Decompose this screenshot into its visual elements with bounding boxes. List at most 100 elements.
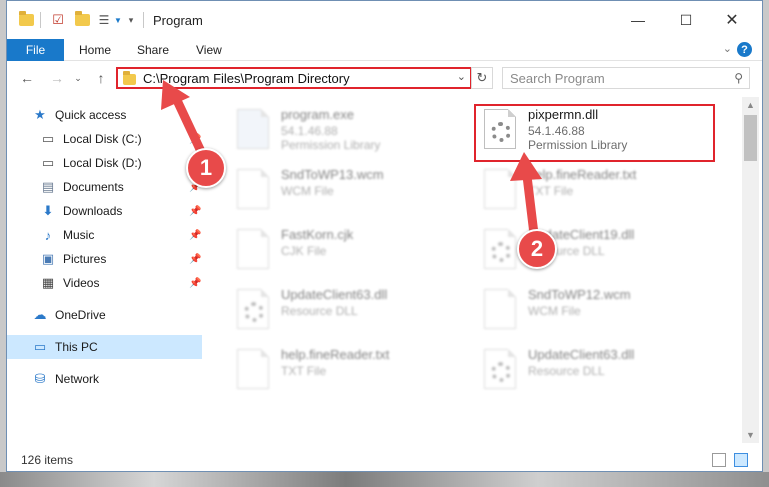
navigation-bar: ← → ⌄ ↑ C:\Program Files\Program Directo… [7,61,762,95]
step-1-badge: 1 [186,148,226,188]
file-list: program.exe 54.1.46.88 Permission Librar… [207,97,740,443]
sidebar-item-label: Pictures [63,252,107,266]
sidebar-item-label: Network [55,372,100,386]
file-item[interactable]: UpdateClient63.dll Resource DLL [484,345,694,401]
pin-icon[interactable]: 📌 [189,134,201,145]
address-path[interactable]: C:\Program Files\Program Directory [143,71,350,86]
minimize-icon[interactable]: — [627,9,649,31]
sidebar-item-local-disk-c[interactable]: ▭ Local Disk (C:) 📌 [7,127,202,151]
file-description: Permission Library [281,138,381,152]
sidebar-item-music[interactable]: ♪ Music 📌 [7,223,202,247]
sidebar-item-label: Downloads [63,204,123,218]
sidebar-item-quick-access[interactable]: ★ Quick access [7,103,202,127]
file-item[interactable]: UpdateClient19.dll Resource DLL [484,225,694,281]
sidebar-item-label: Music [63,228,95,242]
address-dropdown-chevron-icon[interactable]: ⌄ [457,70,466,83]
tiles-view-icon[interactable] [734,453,748,467]
search-icon: ⚲ [734,71,743,85]
dll-gear-icon [484,349,520,393]
file-item[interactable]: UpdateClient63.dll Resource DLL [237,285,447,341]
pin-icon[interactable]: 📌 [189,230,201,241]
customize-toolbar-chevron-icon[interactable]: ▼ [113,11,123,29]
item-count: 126 items [21,453,74,467]
documents-icon: ▤ [41,179,55,194]
tab-view[interactable]: View [196,43,222,57]
scroll-thumb[interactable] [744,115,757,161]
file-name: FastKorn.cjk [281,227,354,242]
search-box[interactable]: Search Program ⚲ [502,67,750,89]
file-name: UpdateClient63.dll [528,347,635,362]
file-name: UpdateClient63.dll [281,287,388,302]
sidebar-item-pictures[interactable]: ▣ Pictures 📌 [7,247,202,271]
expand-ribbon-chevron-icon[interactable]: ⌄ [723,42,732,55]
file-item[interactable]: help.fineReader.txt TXT File [484,165,694,221]
scroll-down-icon[interactable]: ▼ [742,427,759,443]
pin-icon[interactable]: 📌 [189,206,201,217]
search-input[interactable]: Search Program [510,71,605,86]
file-version: 54.1.46.88 [281,124,338,138]
file-icon [237,349,273,393]
file-item[interactable]: FastKorn.cjk CJK File [237,225,447,281]
maximize-icon[interactable]: ☐ [675,9,697,31]
explorer-window: ☑ ☰ ▼ ▾ Program — ☐ ✕ File Home Share Vi… [6,0,763,472]
file-type: CJK File [281,244,327,258]
file-item[interactable]: SndToWP13.wcm WCM File [237,165,447,221]
highlight-box [474,104,715,162]
sidebar-item-label: Videos [63,276,100,290]
view-options-icon[interactable]: ☰ [95,11,113,29]
pin-icon[interactable]: 📌 [189,278,201,289]
dll-gear-icon [484,229,520,273]
forward-arrow-icon[interactable]: → [47,69,67,87]
up-arrow-icon[interactable]: ↑ [91,69,111,87]
window-title: Program [153,13,203,28]
recent-locations-chevron-icon[interactable]: ⌄ [73,69,83,87]
help-icon[interactable]: ? [737,42,752,57]
sidebar-item-network[interactable]: ⛁ Network [7,367,202,391]
network-icon: ⛁ [34,371,46,386]
file-name: help.fineReader.txt [281,347,390,362]
sidebar-item-label: Documents [63,180,124,194]
file-item[interactable]: program.exe 54.1.46.88 Permission Librar… [237,105,447,161]
file-item[interactable]: SndToWP12.wcm WCM File [484,285,694,341]
refresh-icon[interactable]: ↻ [471,67,493,89]
vertical-scrollbar[interactable]: ▲ ▼ [742,97,759,443]
tab-file[interactable]: File [7,39,64,61]
ribbon: File Home Share View ⌄ ? [7,39,762,61]
new-folder-icon[interactable] [73,11,91,29]
file-name: SndToWP12.wcm [528,287,631,302]
address-bar[interactable]: C:\Program Files\Program Directory ⌄ [116,67,472,89]
back-arrow-icon[interactable]: ← [17,69,37,87]
close-icon[interactable]: ✕ [721,9,743,31]
file-icon [484,169,520,213]
computer-icon: ▭ [33,339,47,354]
sidebar-item-label: This PC [55,340,98,354]
tab-home[interactable]: Home [79,43,111,57]
navigation-pane: ★ Quick access ▭ Local Disk (C:) 📌 ▭ Loc… [7,97,202,443]
drive-icon: ▭ [41,131,55,146]
scroll-up-icon[interactable]: ▲ [742,97,759,113]
sidebar-item-local-disk-d[interactable]: ▭ Local Disk (D:) 📌 [7,151,202,175]
file-icon [484,289,520,333]
properties-icon[interactable]: ☑ [49,11,67,29]
file-name: help.fineReader.txt [528,167,637,182]
sidebar-item-videos[interactable]: ▦ Videos 📌 [7,271,202,295]
file-item[interactable]: help.fineReader.txt TXT File [237,345,447,401]
dll-gear-icon [237,289,273,333]
desktop-background [0,472,769,487]
sidebar-item-this-pc[interactable]: ▭ This PC [7,335,202,359]
status-bar: 126 items [7,449,762,471]
sidebar-item-label: Quick access [55,108,127,122]
quick-access-dropdown-icon[interactable]: ▾ [125,11,137,29]
file-type: TXT File [528,184,574,198]
details-view-icon[interactable] [712,453,726,467]
file-type: Resource DLL [528,364,605,378]
file-icon [237,229,273,273]
sidebar-item-documents[interactable]: ▤ Documents 📌 [7,175,202,199]
sidebar-item-label: OneDrive [55,308,106,322]
sidebar-item-onedrive[interactable]: ☁ OneDrive [7,303,202,327]
sidebar-item-downloads[interactable]: ⬇ Downloads 📌 [7,199,202,223]
tab-share[interactable]: Share [137,43,169,57]
file-name: program.exe [281,107,354,122]
pin-icon[interactable]: 📌 [189,254,201,265]
folder-icon [123,71,136,85]
